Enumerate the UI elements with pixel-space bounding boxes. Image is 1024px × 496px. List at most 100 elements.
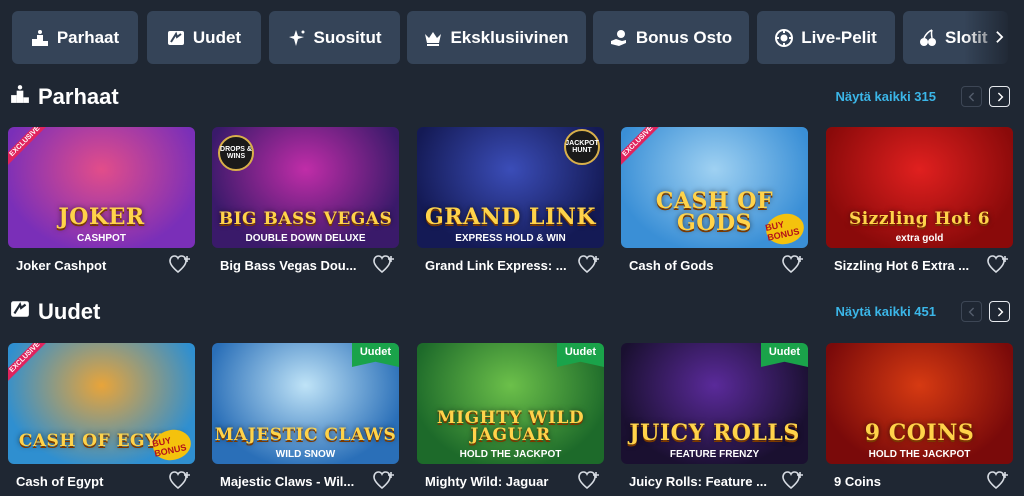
game-logo-subtext: EXPRESS HOLD & WIN — [455, 233, 566, 244]
heart-plus-icon — [373, 471, 394, 490]
game-logo-text: MIGHTY WILD JAGUAR — [436, 408, 585, 445]
category-label: Bonus Osto — [635, 27, 733, 47]
game-thumbnail[interactable]: GRAND LINK EXPRESS HOLD & WIN JACKPOT HUNT — [417, 127, 604, 248]
carousel-next-button[interactable] — [989, 301, 1010, 322]
game-thumbnail[interactable]: MAJESTIC CLAWS WILD SNOW Uudet — [212, 343, 399, 464]
section-header-uudet: Uudet Näytä kaikki 451 — [0, 297, 1024, 327]
add-favorite-button[interactable] — [987, 255, 1009, 275]
category-label: Live-Pelit — [801, 27, 877, 47]
heart-plus-icon — [373, 255, 394, 274]
category-eksklusiivinen[interactable]: Eksklusiivinen — [407, 11, 586, 64]
game-title[interactable]: Majestic Claws - Wil... — [220, 474, 370, 489]
game-card[interactable]: Sizzling Hot 6 extra gold Sizzling Hot 6 E… — [826, 127, 1013, 285]
game-card[interactable]: 9 COINS HOLD THE JACKPOT 9 Coins — [826, 343, 1013, 496]
heart-plus-icon — [169, 255, 190, 274]
game-card[interactable]: MAJESTIC CLAWS WILD SNOW Uudet Majestic Cla… — [212, 343, 399, 496]
game-title[interactable]: Grand Link Express: ... — [425, 258, 575, 273]
category-label: Uudet — [192, 27, 242, 47]
podium-icon — [10, 84, 30, 110]
game-logo-subtext: FEATURE FRENZY — [669, 449, 760, 460]
carousel-next-button[interactable] — [989, 86, 1010, 107]
game-card[interactable]: GRAND LINK EXPRESS HOLD & WIN JACKPOT HUNT… — [417, 127, 604, 285]
crown-icon — [424, 29, 442, 47]
cherries-icon — [919, 28, 937, 47]
game-logo-subtext: HOLD THE JACKPOT — [459, 449, 562, 460]
heart-plus-icon — [782, 255, 803, 274]
game-thumbnail[interactable]: Sizzling Hot 6 extra gold — [826, 127, 1013, 248]
game-title[interactable]: Cash of Egypt — [16, 474, 166, 489]
add-favorite-button[interactable] — [578, 471, 600, 491]
game-logo-subtext: HOLD THE JACKPOT — [868, 449, 971, 460]
category-bar: Parhaat Uudet Suositut Eksklusiivinen Bo… — [0, 0, 1024, 76]
add-favorite-button[interactable] — [578, 255, 600, 275]
add-favorite-button[interactable] — [782, 255, 804, 275]
game-thumbnail[interactable]: CASH OF EGYPT EXCLUSIVE BUY BONUS — [8, 343, 195, 464]
sparkle-star-icon — [288, 29, 306, 47]
game-logo-text: GRAND LINK — [425, 204, 596, 230]
add-favorite-button[interactable] — [987, 471, 1009, 491]
chevron-left-icon — [968, 91, 974, 102]
game-thumbnail[interactable]: MIGHTY WILD JAGUAR HOLD THE JACKPOT Uudet — [417, 343, 604, 464]
new-tag-icon — [10, 299, 30, 325]
hand-coin-icon — [610, 29, 628, 47]
game-logo-subtext: CASHPOT — [77, 233, 126, 244]
game-card[interactable]: CASH OF GODS EXCLUSIVE BUY BONUS Cash of Go… — [621, 127, 808, 285]
heart-plus-icon — [169, 471, 190, 490]
game-card[interactable]: CASH OF EGYPT EXCLUSIVE BUY BONUS Cash of E… — [8, 343, 195, 496]
heart-plus-icon — [782, 471, 803, 490]
category-label: Suositut — [313, 27, 382, 47]
game-title[interactable]: Cash of Gods — [629, 258, 779, 273]
game-logo-subtext: WILD SNOW — [275, 449, 336, 460]
carousel-prev-button[interactable] — [961, 301, 982, 322]
heart-plus-icon — [987, 471, 1008, 490]
game-card[interactable]: BIG BASS VEGAS DOUBLE DOWN DELUXE DROPS & … — [212, 127, 399, 285]
game-card[interactable]: MIGHTY WILD JAGUAR HOLD THE JACKPOT Uudet M… — [417, 343, 604, 496]
game-title[interactable]: 9 Coins — [834, 474, 984, 489]
section-title: Uudet — [10, 297, 100, 327]
category-label: Parhaat — [56, 27, 120, 47]
category-uudet[interactable]: Uudet — [147, 11, 261, 64]
heart-plus-icon — [578, 255, 599, 274]
roulette-chip-icon — [775, 28, 794, 47]
game-title[interactable]: Sizzling Hot 6 Extra ... — [834, 258, 984, 273]
game-thumbnail[interactable]: 9 COINS HOLD THE JACKPOT — [826, 343, 1013, 464]
category-live-pelit[interactable]: Live-Pelit — [757, 11, 895, 64]
game-title[interactable]: Mighty Wild: Jaguar — [425, 474, 575, 489]
game-card[interactable]: JUICY ROLLS FEATURE FRENZY Uudet Juicy Roll… — [621, 343, 808, 496]
category-bonus-osto[interactable]: Bonus Osto — [593, 11, 749, 64]
add-favorite-button[interactable] — [782, 471, 804, 491]
category-label: Eksklusiivinen — [450, 27, 569, 47]
game-logo-subtext: extra gold — [895, 233, 944, 244]
chevron-left-icon — [968, 306, 974, 317]
game-logo-text: Sizzling Hot 6 — [848, 209, 991, 229]
game-artwork — [826, 127, 1013, 248]
category-scroll-right-button[interactable] — [990, 26, 1008, 48]
view-all-link[interactable]: Näytä kaikki 315 — [836, 89, 936, 104]
add-favorite-button[interactable] — [169, 471, 191, 491]
game-thumbnail[interactable]: JUICY ROLLS FEATURE FRENZY Uudet — [621, 343, 808, 464]
category-suositut[interactable]: Suositut — [269, 11, 400, 64]
carousel-prev-button[interactable] — [961, 86, 982, 107]
game-card[interactable]: JOKER CASHPOT EXCLUSIVE Joker Cashpot — [8, 127, 195, 285]
game-logo-subtext: DOUBLE DOWN DELUXE — [245, 233, 366, 244]
section-title: Parhaat — [10, 82, 119, 112]
game-logo-text: JOKER — [58, 204, 145, 230]
add-favorite-button[interactable] — [373, 471, 395, 491]
game-logo-text: 9 COINS — [864, 420, 975, 446]
game-title[interactable]: Juicy Rolls: Feature ... — [629, 474, 779, 489]
category-parhaat[interactable]: Parhaat — [12, 11, 138, 64]
chevron-right-icon — [995, 31, 1003, 43]
game-title[interactable]: Big Bass Vegas Dou... — [220, 258, 370, 273]
promo-seal: DROPS & WINS — [218, 135, 254, 171]
game-logo-text: JUICY ROLLS — [629, 420, 800, 446]
add-favorite-button[interactable] — [373, 255, 395, 275]
view-all-link[interactable]: Näytä kaikki 451 — [836, 304, 936, 319]
add-favorite-button[interactable] — [169, 255, 191, 275]
game-logo-text: BIG BASS VEGAS — [218, 209, 393, 229]
game-thumbnail[interactable]: BIG BASS VEGAS DOUBLE DOWN DELUXE DROPS & … — [212, 127, 399, 248]
section-header-parhaat: Parhaat Näytä kaikki 315 — [0, 82, 1024, 112]
game-thumbnail[interactable]: JOKER CASHPOT EXCLUSIVE — [8, 127, 195, 248]
game-title[interactable]: Joker Cashpot — [16, 258, 166, 273]
game-thumbnail[interactable]: CASH OF GODS EXCLUSIVE BUY BONUS — [621, 127, 808, 248]
chevron-right-icon — [997, 91, 1003, 102]
